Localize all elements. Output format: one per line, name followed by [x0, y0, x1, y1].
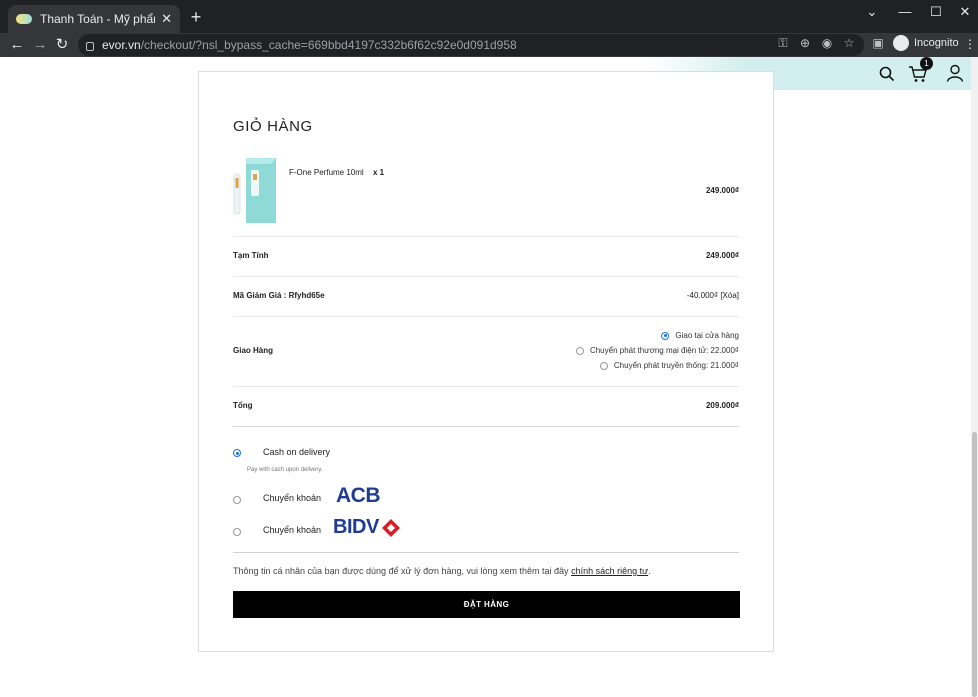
tab-search-icon[interactable]: ⌄	[862, 4, 882, 20]
payment-bidv-radio[interactable]	[233, 528, 241, 536]
payment-acb-label[interactable]: Chuyển khoản	[263, 493, 321, 503]
shipping-option-label: Chuyển phát thương mại điện tử: 22.000₫	[589, 346, 739, 355]
user-account-icon[interactable]	[946, 64, 964, 82]
eye-off-icon[interactable]: ◉	[819, 36, 835, 50]
divider	[233, 276, 739, 277]
url-text: evor.vn/checkout/?nsl_bypass_cache=669bb…	[102, 38, 517, 52]
scrollbar-thumb[interactable]	[972, 432, 977, 697]
divider	[233, 316, 739, 317]
shipping-option-label: Chuyển phát truyền thống: 21.000₫	[613, 361, 739, 370]
payment-acb-radio[interactable]	[233, 496, 241, 504]
bidv-diamond-icon	[382, 519, 400, 537]
back-arrow-icon[interactable]: ←	[7, 35, 27, 55]
coupon-value[interactable]: -40.000₫ [Xóa]	[687, 291, 739, 300]
total-label: Tổng	[233, 401, 253, 410]
shipping-label: Giao Hàng	[233, 346, 274, 355]
address-bar[interactable]: evor.vn/checkout/?nsl_bypass_cache=669bb…	[78, 34, 864, 56]
privacy-policy-link[interactable]: chính sách riêng tư	[571, 566, 648, 576]
new-tab-button[interactable]: +	[186, 7, 206, 28]
privacy-notice: Thông tin cá nhân của bạn được dùng để x…	[233, 566, 651, 576]
search-icon[interactable]	[878, 65, 896, 83]
coupon-label: Mã Giảm Giá : Rfyhd65e	[233, 291, 325, 300]
subtotal-value: 249.000₫	[705, 251, 739, 260]
key-icon[interactable]: ⚿	[775, 36, 791, 51]
divider	[233, 236, 739, 237]
browser-tab[interactable]: Thanh Toán - Mỹ phẩm, nước hoa ✕	[8, 5, 180, 33]
checkout-card: GIỎ HÀNG F-One Perfume 10ml x 1 249.000₫…	[198, 71, 774, 652]
side-panel-icon[interactable]: ▣	[870, 36, 886, 50]
product-image[interactable]	[233, 158, 279, 224]
close-window-icon[interactable]: ✕	[955, 4, 975, 20]
radio-unselected[interactable]	[575, 346, 584, 355]
bookmark-star-icon[interactable]: ☆	[841, 36, 857, 50]
close-tab-icon[interactable]: ✕	[161, 11, 172, 27]
total-value: 209.000₫	[705, 401, 739, 410]
payment-cod-description: Pay with cash upon delivery.	[247, 467, 323, 473]
maximize-icon[interactable]: ☐	[926, 4, 946, 20]
acb-logo: ACB	[336, 484, 381, 507]
forward-arrow-icon[interactable]: →	[30, 35, 50, 55]
shipping-option-traditional[interactable]: Chuyển phát truyền thống: 21.000₫	[599, 361, 739, 370]
subtotal-label: Tạm Tính	[233, 251, 269, 260]
shipping-option-ecommerce[interactable]: Chuyển phát thương mại điện tử: 22.000₫	[575, 346, 739, 355]
place-order-button[interactable]: ĐẶT HÀNG	[233, 591, 740, 618]
site-favicon-icon	[16, 14, 32, 24]
cart-count-badge: 1	[920, 57, 933, 70]
browser-toolbar: ← → ↻ evor.vn/checkout/?nsl_bypass_cache…	[0, 33, 978, 57]
shipping-option-label: Giao tại cửa hàng	[675, 331, 739, 340]
divider	[233, 426, 739, 427]
bidv-logo: BIDV	[333, 516, 379, 538]
divider	[233, 552, 739, 553]
radio-selected[interactable]	[661, 331, 670, 340]
incognito-icon	[893, 35, 909, 51]
browser-tab-strip: Thanh Toán - Mỹ phẩm, nước hoa ✕ + ⌄ — ☐…	[0, 0, 978, 33]
radio-unselected[interactable]	[599, 361, 608, 370]
tab-title: Thanh Toán - Mỹ phẩm, nước hoa	[40, 12, 155, 26]
reload-icon[interactable]: ↻	[52, 35, 72, 55]
page-viewport: 1 GIỎ HÀNG F-One Perfume 10ml x 1 249.00…	[0, 57, 978, 697]
lock-icon	[86, 41, 94, 51]
product-quantity: x 1	[373, 168, 385, 177]
minimize-icon[interactable]: —	[895, 4, 915, 19]
product-price: 249.000₫	[705, 186, 739, 195]
payment-cod-label[interactable]: Cash on delivery	[263, 447, 330, 457]
zoom-icon[interactable]: ⊕	[797, 36, 813, 50]
browser-menu-icon[interactable]: ⋮	[964, 37, 976, 51]
profile-label: Incognito	[914, 37, 959, 49]
divider	[233, 386, 739, 387]
cart-heading: GIỎ HÀNG	[233, 118, 313, 135]
payment-bidv-label[interactable]: Chuyển khoản	[263, 525, 321, 535]
payment-cod-radio[interactable]	[233, 449, 241, 457]
product-name[interactable]: F-One Perfume 10ml	[289, 168, 364, 177]
incognito-profile[interactable]: Incognito	[893, 35, 959, 51]
page-scrollbar[interactable]	[971, 57, 978, 697]
shipping-option-store-pickup[interactable]: Giao tại cửa hàng	[661, 331, 739, 340]
